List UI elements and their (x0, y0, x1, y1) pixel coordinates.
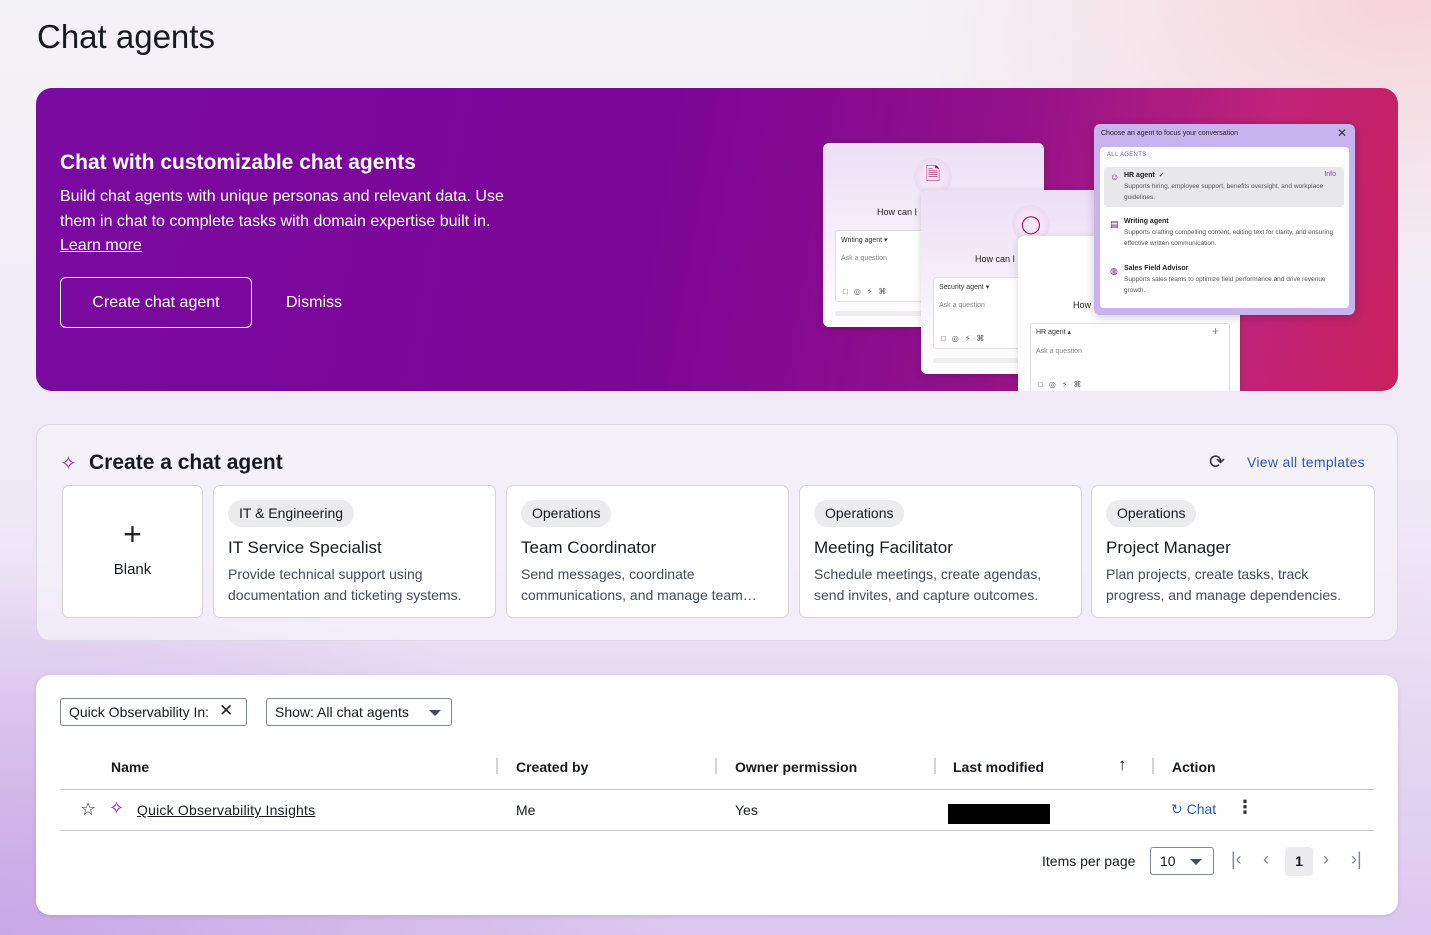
agent-name: Writing agent (1124, 218, 1169, 225)
template-tag: IT & Engineering (228, 500, 355, 527)
previous-page-icon[interactable]: ‹ (1263, 849, 1269, 870)
template-name: Meeting Facilitator (814, 538, 953, 557)
agent-name: Sales Field Advisor (1124, 265, 1189, 272)
agent-name: HR agent ✓ (1124, 172, 1165, 179)
items-per-page-value: 10 (1160, 853, 1176, 869)
illustration-ask: Ask a question (939, 302, 985, 309)
illustration-toolbar-icons: □◎⚡⌘ (941, 334, 991, 343)
template-name: IT Service Specialist (228, 538, 382, 557)
next-page-icon[interactable]: › (1323, 849, 1329, 870)
chooser-title: Choose an agent to focus your conversati… (1101, 130, 1238, 137)
chooser-agent-writing: ▤ Writing agent Supports crafting compel… (1104, 214, 1344, 253)
owner-permission-cell: Yes (735, 802, 758, 818)
agent-desc: Supports crafting compelling content, ed… (1124, 229, 1334, 247)
template-name: Team Coordinator (521, 538, 657, 557)
chevron-down-icon (1190, 859, 1202, 865)
column-header-created-by[interactable]: Created by (516, 759, 588, 775)
column-divider[interactable] (934, 758, 936, 774)
chat-action-label: Chat (1186, 801, 1217, 817)
create-agent-title: Create a chat agent (89, 451, 283, 474)
show-agents-select[interactable]: Show: All chat agents (266, 698, 452, 726)
create-chat-agent-button[interactable]: Create chat agent (60, 277, 252, 328)
star-icon[interactable]: ☆ (80, 799, 96, 820)
template-tag: Operations (1106, 500, 1197, 527)
first-page-icon[interactable]: |‹ (1231, 849, 1242, 870)
document-icon: ▤ (1110, 219, 1119, 229)
items-per-page-select[interactable]: 10 (1150, 847, 1214, 875)
current-page-button[interactable]: 1 (1285, 847, 1313, 876)
sort-ascending-icon[interactable]: ↑ (1118, 755, 1127, 775)
agent-info: Info (1324, 171, 1336, 178)
chevron-down-icon (429, 710, 441, 716)
plus-icon: + (1212, 324, 1220, 338)
illustration-toolbar-icons: □◎⚡⌘ (843, 287, 893, 296)
create-agent-panel: ✧ Create a chat agent ⟳ View all templat… (36, 424, 1398, 641)
sparkle-icon: ✧ (109, 798, 125, 818)
learn-more-link[interactable]: Learn more (60, 237, 142, 254)
illustration-agent-chip: Writing agent ▾ (841, 237, 888, 244)
agent-chooser-popup: Choose an agent to focus your conversati… (1094, 124, 1355, 315)
illustration-ask: Ask a question (841, 255, 887, 262)
last-modified-cell-redacted (948, 804, 1050, 824)
column-divider[interactable] (715, 758, 717, 774)
view-all-templates-link[interactable]: View all templates (1247, 454, 1365, 470)
column-header-name[interactable]: Name (111, 759, 149, 775)
illustration-ask: Ask a question (1036, 348, 1082, 355)
column-header-action: Action (1172, 759, 1216, 775)
table-divider (60, 830, 1374, 831)
chooser-section-label: ALL AGENTS (1107, 152, 1147, 158)
show-select-value: Show: All chat agents (275, 704, 409, 720)
clear-filter-icon[interactable]: ✕ (219, 702, 233, 720)
illustration-how: How (1073, 300, 1092, 310)
template-name: Project Manager (1106, 538, 1231, 557)
agent-desc: Supports sales teams to optimize field p… (1124, 276, 1326, 294)
template-desc: Send messages, coordinate communications… (521, 566, 757, 603)
plus-icon: + (123, 516, 142, 552)
illustration-how: How can I (877, 207, 918, 217)
template-card[interactable]: IT & Engineering IT Service Specialist P… (213, 485, 496, 618)
table-divider (60, 789, 1374, 790)
more-options-icon[interactable]: ⋮ (1236, 797, 1254, 818)
template-desc: Provide technical support using document… (228, 566, 462, 603)
column-header-owner-permission[interactable]: Owner permission (735, 759, 857, 775)
refresh-icon[interactable]: ⟳ (1209, 451, 1225, 474)
close-icon: ✕ (1336, 126, 1347, 140)
template-tag: Operations (814, 500, 905, 527)
globe-icon: ◍ (1110, 266, 1118, 276)
chooser-agent-sales: ◍ Sales Field Advisor Supports sales tea… (1104, 261, 1344, 300)
hero-description-text: Build chat agents with unique personas a… (60, 188, 504, 230)
template-desc: Schedule meetings, create agendas, send … (814, 566, 1042, 603)
smile-icon: ☺ (1110, 172, 1120, 182)
page-title: Chat agents (37, 18, 215, 55)
column-header-last-modified[interactable]: Last modified (953, 759, 1044, 775)
template-card[interactable]: Operations Team Coordinator Send message… (506, 485, 789, 618)
illustration-toolbar-icons: □◎⚡⌘ (1038, 380, 1088, 389)
agent-desc: Supports hiring, employee support, benef… (1124, 183, 1324, 201)
dismiss-button[interactable]: Dismiss (268, 277, 360, 328)
chooser-body: ALL AGENTS ☺ HR agent ✓ Info Supports hi… (1100, 147, 1349, 308)
hero-title: Chat with customizable chat agents (60, 151, 416, 174)
chat-icon: ↻ (1171, 801, 1183, 817)
column-divider[interactable] (1152, 758, 1154, 774)
template-card-blank[interactable]: + Blank (62, 485, 203, 618)
last-page-icon[interactable]: ›| (1351, 849, 1362, 870)
illustration-how: How can I (975, 254, 1016, 264)
template-card[interactable]: Operations Project Manager Plan projects… (1091, 485, 1375, 618)
illustration-agent-chip: HR agent ▴ (1036, 329, 1072, 336)
sparkle-icon: ✧ (60, 453, 77, 475)
hero-description: Build chat agents with unique personas a… (60, 185, 520, 259)
template-desc: Plan projects, create tasks, track progr… (1106, 566, 1342, 603)
illustration-agent-chip: Security agent ▾ (939, 284, 990, 291)
template-blank-label: Blank (113, 561, 152, 578)
template-card[interactable]: Operations Meeting Facilitator Schedule … (799, 485, 1082, 618)
agents-table-panel: Quick Observability In: ✕ Show: All chat… (36, 675, 1398, 915)
agent-name-link[interactable]: Quick Observability Insights (137, 802, 315, 818)
column-divider[interactable] (496, 758, 498, 774)
items-per-page-label: Items per page (1042, 853, 1136, 869)
chat-action-button[interactable]: ↻ Chat (1171, 801, 1216, 818)
hero-banner: Chat with customizable chat agents Build… (36, 88, 1398, 391)
template-tag: Operations (521, 500, 612, 527)
chooser-agent-hr: ☺ HR agent ✓ Info Supports hiring, emplo… (1104, 167, 1344, 207)
created-by-cell: Me (516, 802, 536, 818)
